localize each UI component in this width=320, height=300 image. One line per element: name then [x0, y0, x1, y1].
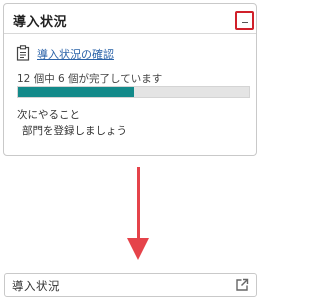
- progress-bar: [17, 86, 250, 98]
- collapsed-setup-status-panel: 導入状況: [4, 273, 257, 297]
- external-link-icon[interactable]: [235, 278, 249, 292]
- header-divider: [4, 33, 256, 34]
- progress-text: 12 個中 6 個が完了しています: [17, 73, 163, 85]
- clipboard-icon: [16, 45, 30, 61]
- setup-status-panel: 導入状況 導入状況の確認 12 個中 6 個が完了しています 次にやること 部門…: [3, 3, 257, 156]
- arrow-head: [127, 238, 149, 260]
- arrow-shaft: [137, 167, 140, 246]
- next-steps-title: 次にやること: [17, 109, 80, 121]
- collapsed-panel-title: 導入状況: [12, 279, 60, 293]
- check-status-link[interactable]: 導入状況の確認: [37, 46, 114, 62]
- next-step-item: 部門を登録しましょう: [22, 125, 127, 137]
- collapse-button[interactable]: [235, 11, 254, 30]
- panel-title: 導入状況: [13, 15, 68, 30]
- progress-bar-fill: [18, 87, 134, 97]
- minus-icon: [242, 22, 248, 23]
